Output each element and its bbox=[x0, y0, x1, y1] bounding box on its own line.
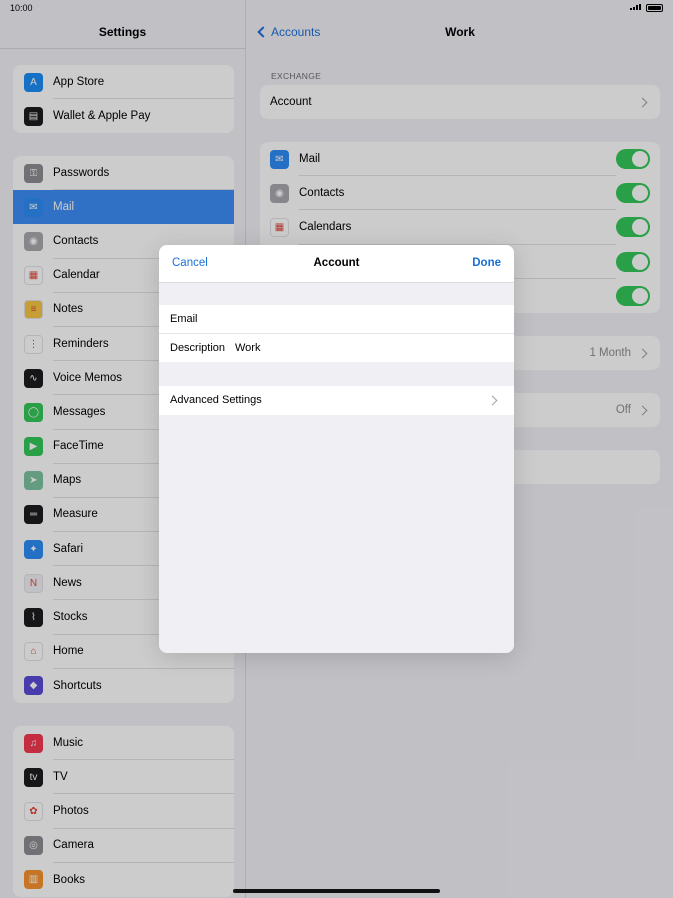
advanced-group: Advanced Settings bbox=[159, 386, 514, 415]
account-modal: Cancel Account Done Email Description Wo… bbox=[159, 245, 514, 653]
email-row[interactable]: Email bbox=[159, 305, 514, 334]
modal-title: Account bbox=[313, 257, 360, 269]
modal-nav-bar: Cancel Account Done bbox=[159, 245, 514, 283]
description-field[interactable]: Work bbox=[235, 342, 260, 354]
chevron-right-icon bbox=[487, 395, 498, 406]
advanced-settings-label: Advanced Settings bbox=[170, 394, 262, 407]
done-button[interactable]: Done bbox=[472, 257, 501, 269]
advanced-settings-row[interactable]: Advanced Settings bbox=[159, 386, 514, 415]
email-label: Email bbox=[170, 312, 198, 325]
description-row[interactable]: Description Work bbox=[159, 334, 514, 363]
account-fields-group: Email Description Work bbox=[159, 305, 514, 362]
home-indicator[interactable] bbox=[233, 889, 440, 893]
screen: 10:00 Settings A App Store ▤ Wallet & Apple… bbox=[0, 0, 673, 898]
description-label: Description bbox=[170, 341, 226, 354]
